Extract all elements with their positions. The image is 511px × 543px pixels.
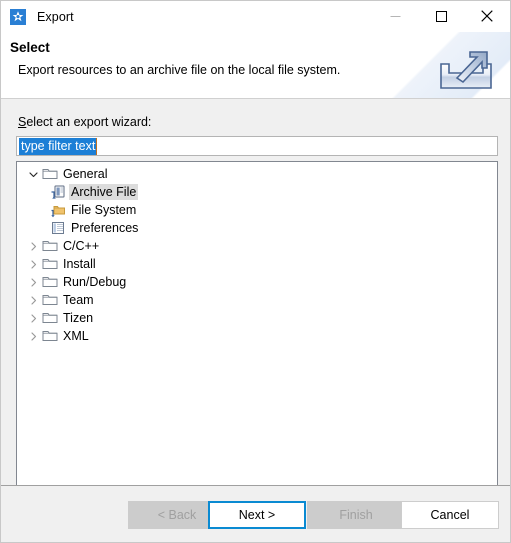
tree-item-c-cpp[interactable]: C/C++ [17,237,497,255]
tree-item-install[interactable]: Install [17,255,497,273]
window-title: Export [37,9,74,24]
chevron-down-icon[interactable] [25,170,41,179]
tree-item-label: Archive File [69,184,139,200]
close-icon[interactable] [464,1,510,31]
chevron-right-icon[interactable] [25,277,41,287]
folder-icon [41,239,59,253]
next-button[interactable]: Next > [208,501,306,529]
tree-item-preferences[interactable]: Preferences [17,219,497,237]
wizard-banner: Select Export resources to an archive fi… [1,32,510,99]
wizard-select-label: Select an export wizard: [18,115,151,129]
folder-icon [41,329,59,343]
tree-item-label: Team [63,293,94,307]
tree-item-label: XML [63,329,89,343]
chevron-right-icon[interactable] [25,241,41,251]
export-dialog: Export Select Export resources to an arc… [0,0,511,543]
export-tray-arrow-icon [437,40,495,92]
wizard-select-label-rest: elect an export wizard: [26,115,152,129]
filter-input[interactable]: type filter text [16,136,498,156]
tree-item-label: Install [63,257,96,271]
folder-icon [41,311,59,325]
tizen-star-icon [10,8,26,25]
tree-item-label: Run/Debug [63,275,127,289]
title-bar: Export [1,1,510,32]
tree-item-label: Tizen [63,311,94,325]
tree-item-tizen[interactable]: Tizen [17,309,497,327]
chevron-right-icon[interactable] [25,259,41,269]
tree-item-label: General [63,167,108,181]
chevron-right-icon[interactable] [25,295,41,305]
folder-icon [41,257,59,271]
tree-item-label: Preferences [71,221,139,235]
page-title: Select [10,40,50,55]
page-description: Export resources to an archive file on t… [18,63,341,77]
tree-item-label: C/C++ [63,239,100,253]
tree-item-file-system[interactable]: File System [17,201,497,219]
tree-item-general[interactable]: General [17,165,497,183]
preferences-icon [49,221,67,235]
chevron-right-icon[interactable] [25,331,41,341]
maximize-icon[interactable] [418,1,464,31]
tree-item-team[interactable]: Team [17,291,497,309]
tree-item-xml[interactable]: XML [17,327,497,345]
filter-input-value: type filter text [19,137,98,155]
folder-icon [41,167,59,181]
tree-item-label: File System [71,203,137,217]
cancel-button[interactable]: Cancel [401,501,499,529]
archive-file-icon [49,185,67,200]
tree-item-run-debug[interactable]: Run/Debug [17,273,497,291]
tree-item-archive-file[interactable]: Archive File [17,183,497,201]
dialog-body: Select an export wizard: type filter tex… [1,99,510,523]
file-system-icon [49,203,67,218]
chevron-right-icon[interactable] [25,313,41,323]
finish-button[interactable]: Finish [307,501,405,529]
folder-icon [41,275,59,289]
dialog-button-bar: < Back Next > Finish Cancel [1,485,510,542]
folder-icon [41,293,59,307]
minimize-icon[interactable] [372,1,418,31]
export-wizard-tree[interactable]: General Archive File File System Prefere… [16,161,498,523]
